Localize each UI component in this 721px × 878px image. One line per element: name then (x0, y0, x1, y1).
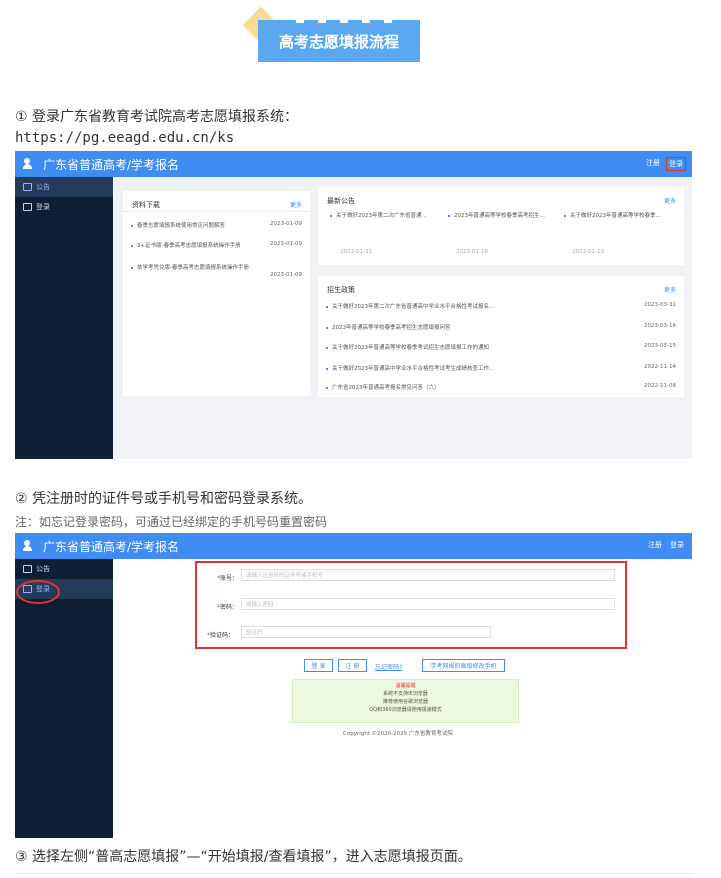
list-item-date: 2023-01-09 (270, 241, 302, 247)
list-item[interactable]: 广东省2023年普通高考报名常见问答（六） (326, 383, 440, 391)
screenshot-portal-home: 广东省普通高考/学考报名 注册 登录 公告 登录 资料下载 更多 春季志愿填报系… (15, 151, 692, 459)
list-item-date: 2022-11-08 (644, 383, 676, 389)
captcha-label: *验证码： (207, 632, 235, 639)
app-header: 广东省普通高考/学考报名 注册 登录 (15, 533, 692, 559)
tip-line: QQ和360浏览器请使用极速模式 (369, 707, 442, 713)
register-link[interactable]: 注册 (644, 157, 662, 171)
app-brand: 广东省普通高考/学考报名 (43, 539, 180, 554)
list-item[interactable]: 关于做好2023年普通高等学校春季考试招生志愿填报工作的通知 (326, 343, 489, 351)
login-link[interactable]: 登录 (666, 157, 686, 171)
list-item[interactable]: 关于做好2023年第二次广东省普通… (330, 211, 427, 219)
password-label: *密码： (217, 604, 239, 611)
captcha-input[interactable]: 验证码 (241, 626, 491, 638)
tip-line: 推荐使用谷歌浏览器 (382, 699, 428, 705)
register-link[interactable]: 注册 (646, 539, 664, 551)
list-item-date: 2023-03-31 (644, 302, 676, 308)
downloads-more-link[interactable]: 更多 (290, 200, 302, 209)
sidebar: 公告 登录 (15, 177, 113, 459)
step-1-url[interactable]: https://pg.eeagd.edu.cn/ks (15, 130, 234, 146)
login-icon (23, 203, 32, 211)
sidebar-item-label: 公告 (36, 565, 50, 573)
login-button[interactable]: 登 录 (304, 659, 333, 672)
sidebar-item-notice[interactable]: 公告 (15, 177, 113, 197)
tips-title: 温馨提醒 (395, 683, 416, 689)
password-input[interactable]: 请输入密码 (241, 598, 615, 610)
policies-panel: 招生政策 更多 关于做好2023年第二次广东省普通高中学业水平合格性考试报名… … (318, 276, 684, 397)
sidebar-item-login[interactable]: 登录 (15, 197, 113, 217)
notices-title: 最新公告 (327, 197, 355, 205)
list-item[interactable]: 关于做好2023年普通高等学校春季… (564, 211, 661, 219)
step-3-text: ③ 选择左侧“普高志愿填报”—“开始填报/查看填报”，进入志愿填报页面。 (15, 849, 472, 865)
login-link[interactable]: 登录 (668, 539, 686, 551)
tips-box: 温馨提醒 系统不支持IE浏览器 推荐使用谷歌浏览器 QQ和360浏览器请使用极速… (292, 679, 519, 723)
step-2-text: ② 凭注册时的证件号或手机号和密码登录系统。 (15, 491, 312, 507)
app-header: 广东省普通高考/学考报名 注册 登录 (15, 151, 692, 177)
list-item-date: 2023-01-09 (270, 272, 302, 278)
step-2-note: 注：如忘记登录密码，可通过已经绑定的手机号码重置密码 (15, 515, 328, 529)
list-item-date: 2023-01-13 (572, 249, 604, 255)
screenshot-login-page: 广东省普通高考/学考报名 注册 登录 公告 登录 *账号： 请输入注册时的证件号… (15, 533, 692, 838)
banner: 高考志愿填报流程 (242, 6, 428, 64)
list-item[interactable]: 依学考凭兑版-春季高考志愿填报系统操作手册 (131, 263, 249, 271)
list-item[interactable]: 2023年普通高等学校春季高考招生… (448, 211, 545, 219)
list-item-date: 2023-01-16 (456, 249, 488, 255)
user-logo-icon (23, 540, 37, 552)
list-item-date: 2023-01-31 (340, 249, 372, 255)
register-button[interactable]: 注 册 (338, 659, 367, 672)
divider (15, 873, 692, 874)
banner-dots (296, 20, 392, 23)
copyright: Copyright ©2020-2025 广东省教育考试院 (343, 731, 453, 737)
account-input[interactable]: 请输入注册时的证件号或手机号 (241, 569, 615, 581)
list-item-date: 2023-01-09 (270, 221, 302, 227)
policies-more-link[interactable]: 更多 (664, 285, 676, 294)
list-item[interactable]: 春季志愿填报系统使用常见问题解答 (131, 221, 225, 229)
list-item-date: 2022-11-14 (644, 364, 676, 370)
user-logo-icon (23, 158, 37, 170)
policies-title: 招生政策 (327, 286, 355, 294)
downloads-title: 资料下载 (132, 201, 160, 209)
forgot-password-link[interactable]: 忘记密码? (375, 662, 402, 671)
list-item[interactable]: 3+证书版-春季高考志愿填报系统操作手册 (131, 241, 241, 249)
change-phone-button[interactable]: 学考网报的高级修改手机 (422, 659, 505, 672)
step-1-text: ① 登录广东省教育考试院高考志愿填报系统： (15, 109, 298, 125)
notice-icon (23, 565, 32, 573)
downloads-panel: 资料下载 更多 春季志愿填报系统使用常见问题解答 2023-01-09 3+证书… (123, 191, 310, 396)
notices-panel: 最新公告 更多 关于做好2023年第二次广东省普通… 2023年普通高等学校春季… (318, 187, 684, 265)
list-item[interactable]: 关于做好2023年普通高中学业水平合格性考试考生成绩核查工作… (326, 364, 495, 372)
notices-more-link[interactable]: 更多 (664, 196, 676, 205)
notice-icon (23, 183, 32, 191)
banner-title: 高考志愿填报流程 (258, 20, 420, 62)
highlight-circle (16, 580, 60, 604)
list-item-date: 2023-03-16 (644, 323, 676, 329)
sidebar-item-label: 登录 (36, 203, 50, 211)
app-brand: 广东省普通高考/学考报名 (43, 157, 180, 172)
account-label: *账号： (217, 575, 239, 582)
list-item[interactable]: 2023年普通高等学校春季高考招生志愿填报问答 (326, 323, 451, 331)
list-item-date: 2023-03-15 (644, 343, 676, 349)
sidebar-item-label: 公告 (36, 183, 50, 191)
tip-line: 系统不支持IE浏览器 (383, 691, 428, 697)
list-item[interactable]: 关于做好2023年第二次广东省普通高中学业水平合格性考试报名… (326, 302, 495, 310)
sidebar-item-notice[interactable]: 公告 (15, 559, 113, 579)
